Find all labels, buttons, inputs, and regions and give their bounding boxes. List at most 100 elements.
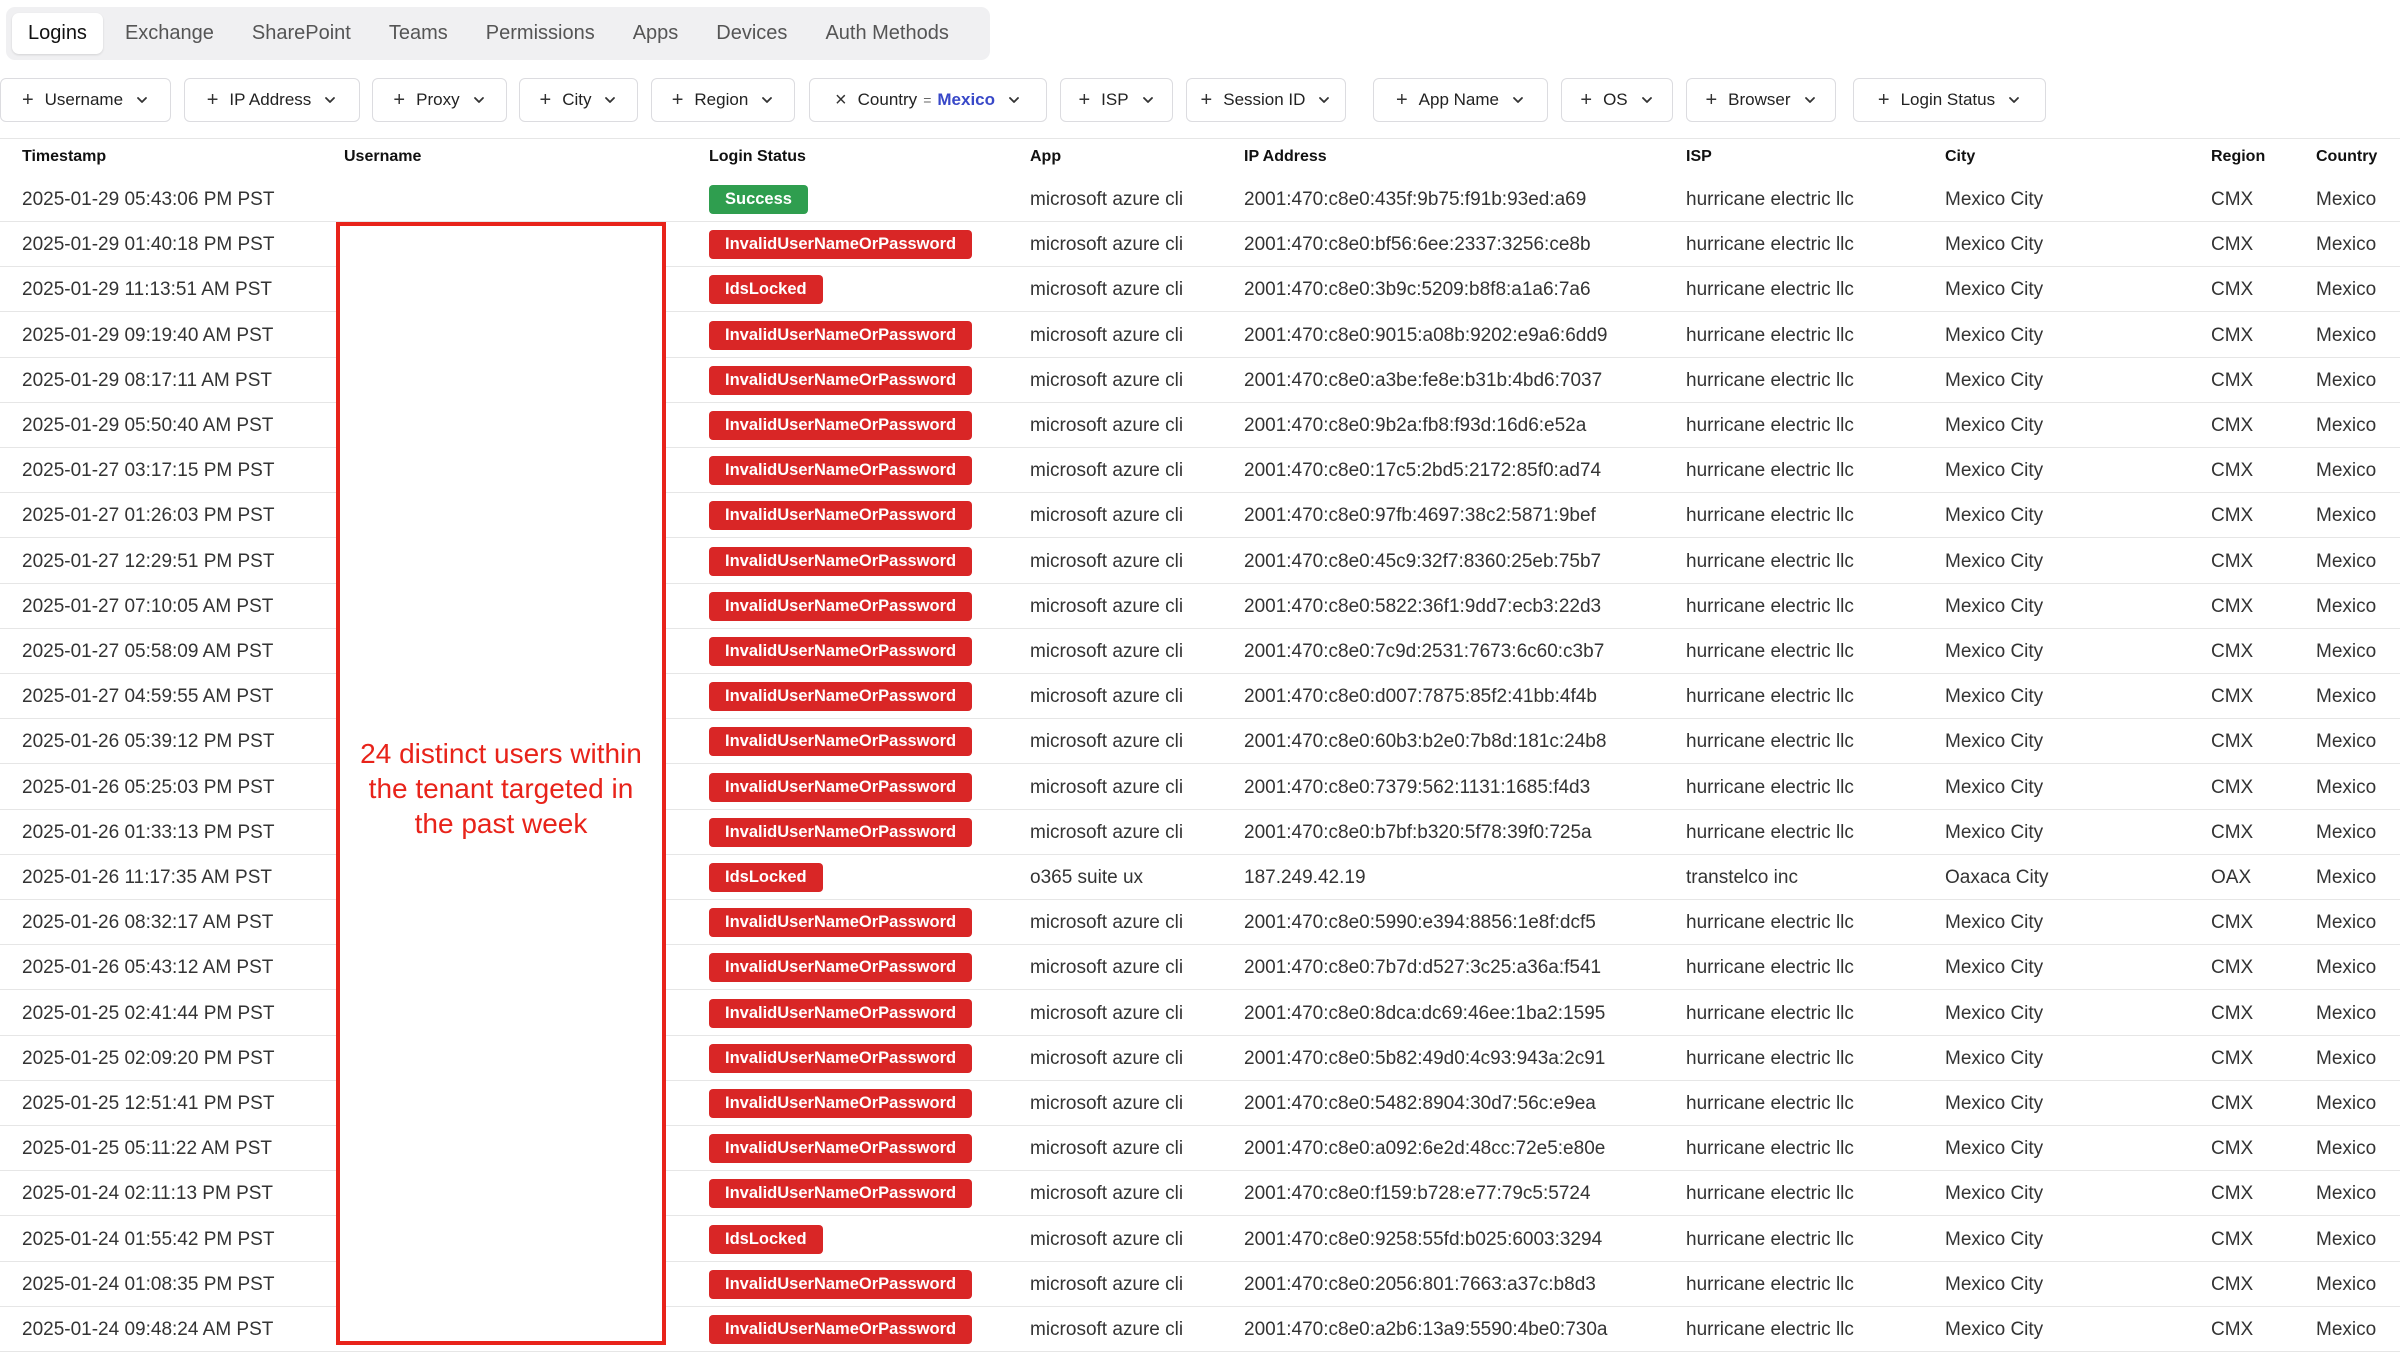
column-header-username[interactable]: Username <box>344 148 421 166</box>
app-cell: microsoft azure cli <box>1030 957 1184 979</box>
region-cell: CMX <box>2211 1002 2254 1024</box>
tab-apps[interactable]: Apps <box>617 13 695 54</box>
chevron-down-icon <box>323 93 337 107</box>
app-cell: microsoft azure cli <box>1030 505 1184 527</box>
city-cell: Mexico City <box>1945 821 2044 843</box>
column-header-app[interactable]: App <box>1030 148 1061 166</box>
region-cell: CMX <box>2211 369 2254 391</box>
column-header-country[interactable]: Country <box>2316 148 2377 166</box>
ip-address-cell: 2001:470:c8e0:b7bf:b320:5f78:39f0:725a <box>1244 821 1592 843</box>
ip-address-cell: 2001:470:c8e0:3b9c:5209:b8f8:a1a6:7a6 <box>1244 279 1591 301</box>
filter-username[interactable]: + Username <box>0 78 171 122</box>
column-header-region[interactable]: Region <box>2211 148 2265 166</box>
country-cell: Mexico <box>2316 957 2377 979</box>
country-cell: Mexico <box>2316 550 2377 572</box>
app-cell: microsoft azure cli <box>1030 821 1184 843</box>
isp-cell: hurricane electric llc <box>1686 641 1854 662</box>
plus-icon: + <box>671 89 684 111</box>
filter-ip-address[interactable]: + IP Address <box>184 78 360 122</box>
tab-sharepoint[interactable]: SharePoint <box>236 13 367 54</box>
app-cell: microsoft azure cli <box>1030 460 1184 482</box>
tab-devices[interactable]: Devices <box>700 13 803 54</box>
status-badge: InvalidUserNameOrPassword <box>709 456 973 486</box>
filter-label: IP Address <box>229 90 312 109</box>
city-cell: Oaxaca City <box>1945 867 2049 888</box>
region-cell: CMX <box>2211 1319 2254 1340</box>
isp-cell: hurricane electric llc <box>1686 234 1854 256</box>
country-cell: Mexico <box>2316 731 2377 753</box>
plus-icon: + <box>539 89 552 111</box>
isp-cell: hurricane electric llc <box>1686 1183 1854 1205</box>
filter-app-name[interactable]: + App Name <box>1373 78 1548 122</box>
column-header-login-status[interactable]: Login Status <box>709 148 806 166</box>
filter-bar: + Username + IP Address + Proxy + City + Region × C… <box>0 78 2400 122</box>
isp-cell: transtelco inc <box>1686 867 1798 888</box>
plus-icon: + <box>206 89 219 111</box>
city-cell: Mexico City <box>1945 460 2044 482</box>
city-cell: Mexico City <box>1945 234 2044 256</box>
ip-address-cell: 2001:470:c8e0:9258:55fd:b025:6003:3294 <box>1244 1228 1603 1250</box>
ip-address-cell: 2001:470:c8e0:f159:b728:e77:79c5:5724 <box>1244 1183 1591 1205</box>
filter-label: App Name <box>1418 90 1499 109</box>
timestamp-cell: 2025-01-29 01:40:18 PM PST <box>22 234 275 256</box>
plus-icon: + <box>393 89 406 111</box>
column-header-isp[interactable]: ISP <box>1686 148 1712 166</box>
status-badge: InvalidUserNameOrPassword <box>709 1089 973 1118</box>
username-redaction-box: 24 distinct users within the tenant targ… <box>336 222 666 1345</box>
table-header: Timestamp Username Login Status App IP Addre… <box>0 140 2400 175</box>
table-row[interactable]: 2025-01-29 05:43:06 PM PST Success microso… <box>0 177 2400 222</box>
close-icon[interactable]: × <box>835 90 847 110</box>
app-cell: microsoft azure cli <box>1030 1138 1184 1160</box>
timestamp-cell: 2025-01-29 11:13:51 AM PST <box>22 279 272 301</box>
filter-login-status[interactable]: + Login Status <box>1853 78 2046 122</box>
filter-isp[interactable]: + ISP <box>1060 78 1173 122</box>
tab-permissions[interactable]: Permissions <box>470 13 611 54</box>
isp-cell: hurricane electric llc <box>1686 279 1854 301</box>
app-cell: microsoft azure cli <box>1030 1002 1184 1024</box>
ip-address-cell: 2001:470:c8e0:5b82:49d0:4c93:943a:2c91 <box>1244 1047 1606 1069</box>
isp-cell: hurricane electric llc <box>1686 1319 1854 1340</box>
chevron-down-icon <box>603 93 617 107</box>
tab-exchange[interactable]: Exchange <box>109 13 230 54</box>
isp-cell: hurricane electric llc <box>1686 776 1854 798</box>
app-cell: microsoft azure cli <box>1030 550 1184 572</box>
filter-label: ISP <box>1101 90 1129 109</box>
ip-address-cell: 2001:470:c8e0:a092:6e2d:48cc:72e5:e80e <box>1244 1138 1606 1160</box>
timestamp-cell: 2025-01-26 08:32:17 AM PST <box>22 912 274 934</box>
tab-auth-methods[interactable]: Auth Methods <box>809 13 964 54</box>
filter-region[interactable]: + Region <box>651 78 795 122</box>
status-badge: InvalidUserNameOrPassword <box>709 772 973 802</box>
filter-city[interactable]: + City <box>519 78 638 122</box>
country-cell: Mexico <box>2316 1047 2377 1069</box>
filter-browser[interactable]: + Browser <box>1686 78 1836 122</box>
ip-address-cell: 2001:470:c8e0:7b7d:d527:3c25:a36a:f541 <box>1244 957 1602 979</box>
region-cell: CMX <box>2211 189 2254 210</box>
country-cell: Mexico <box>2316 912 2377 934</box>
tab-teams[interactable]: Teams <box>373 13 464 54</box>
filter-proxy[interactable]: + Proxy <box>372 78 507 122</box>
tab-bar: Logins Exchange SharePoint Teams Permissions… <box>6 7 990 60</box>
filter-label: Proxy <box>416 90 460 109</box>
ip-address-cell: 2001:470:c8e0:7379:562:1131:1685:f4d3 <box>1244 776 1591 798</box>
app-cell: microsoft azure cli <box>1030 641 1184 662</box>
filter-label: Browser <box>1728 90 1791 109</box>
isp-cell: hurricane electric llc <box>1686 1138 1854 1160</box>
timestamp-cell: 2025-01-25 02:41:44 PM PST <box>22 1002 275 1024</box>
country-cell: Mexico <box>2316 415 2377 436</box>
filter-country[interactable]: × Country = Mexico <box>809 78 1047 122</box>
filter-session-id[interactable]: + Session ID <box>1186 78 1346 122</box>
tab-logins[interactable]: Logins <box>12 13 103 54</box>
app-cell: microsoft azure cli <box>1030 731 1184 753</box>
isp-cell: hurricane electric llc <box>1686 1228 1854 1250</box>
column-header-city[interactable]: City <box>1945 148 1975 166</box>
region-cell: CMX <box>2211 1047 2254 1069</box>
app-cell: microsoft azure cli <box>1030 415 1184 436</box>
filter-label: Login Status <box>1900 90 1996 109</box>
filter-os[interactable]: + OS <box>1561 78 1673 122</box>
country-cell: Mexico <box>2316 1228 2377 1250</box>
region-cell: CMX <box>2211 279 2254 301</box>
app-cell: microsoft azure cli <box>1030 324 1184 346</box>
column-header-timestamp[interactable]: Timestamp <box>22 148 106 166</box>
plus-icon: + <box>21 89 34 111</box>
column-header-ip-address[interactable]: IP Address <box>1244 148 1327 166</box>
